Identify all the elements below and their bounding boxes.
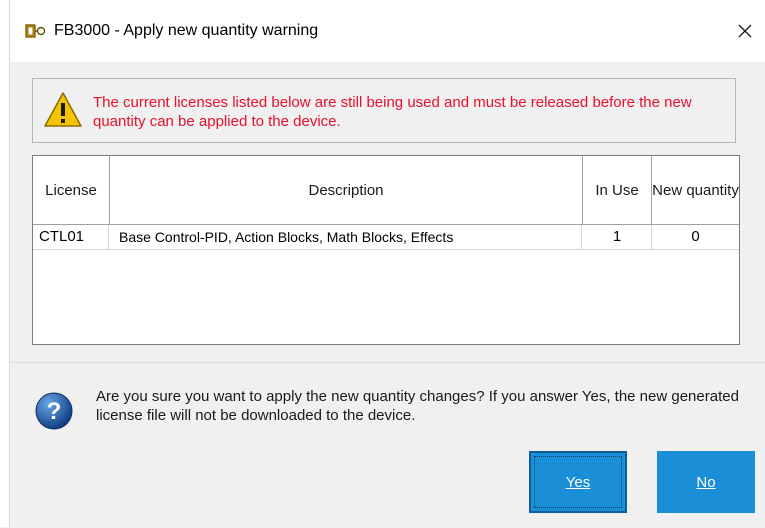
confirmation-message: Are you sure you want to apply the new q… xyxy=(96,388,739,424)
close-button[interactable] xyxy=(725,10,765,52)
table-header: License Description In Use New quantity xyxy=(33,156,739,225)
warning-message: The current licenses listed below are st… xyxy=(93,94,692,130)
app-key-icon xyxy=(25,24,46,38)
cell-license: CTL01 xyxy=(33,225,109,249)
column-header-description[interactable]: Description xyxy=(110,156,583,224)
svg-text:?: ? xyxy=(47,398,62,425)
no-button[interactable]: No xyxy=(657,451,755,513)
cell-in-use: 1 xyxy=(583,225,652,249)
focus-rectangle xyxy=(534,456,622,508)
column-header-in-use[interactable]: In Use xyxy=(583,156,652,224)
window-edge xyxy=(0,0,10,527)
table-row[interactable]: CTL01 Base Control-PID, Action Blocks, M… xyxy=(33,225,739,250)
warning-triangle-icon xyxy=(44,92,82,127)
column-header-license[interactable]: License xyxy=(33,156,110,224)
question-icon: ? xyxy=(35,392,73,430)
cell-new-quantity: 0 xyxy=(691,228,700,245)
yes-button[interactable]: Yes xyxy=(529,451,627,513)
no-button-label: No xyxy=(696,473,716,491)
warning-panel: The current licenses listed below are st… xyxy=(32,78,736,143)
column-header-new-quantity[interactable]: New quantity xyxy=(652,156,739,224)
dialog-content: The current licenses listed below are st… xyxy=(10,62,765,362)
close-icon xyxy=(738,24,752,38)
title-bar: FB3000 - Apply new quantity warning xyxy=(10,0,765,62)
cell-description: Base Control-PID, Action Blocks, Math Bl… xyxy=(110,225,582,249)
window-title: FB3000 - Apply new quantity warning xyxy=(54,22,319,39)
license-table[interactable]: License Description In Use New quantity … xyxy=(32,155,740,345)
confirmation-area: ? Are you sure you want to apply the new… xyxy=(10,362,765,528)
